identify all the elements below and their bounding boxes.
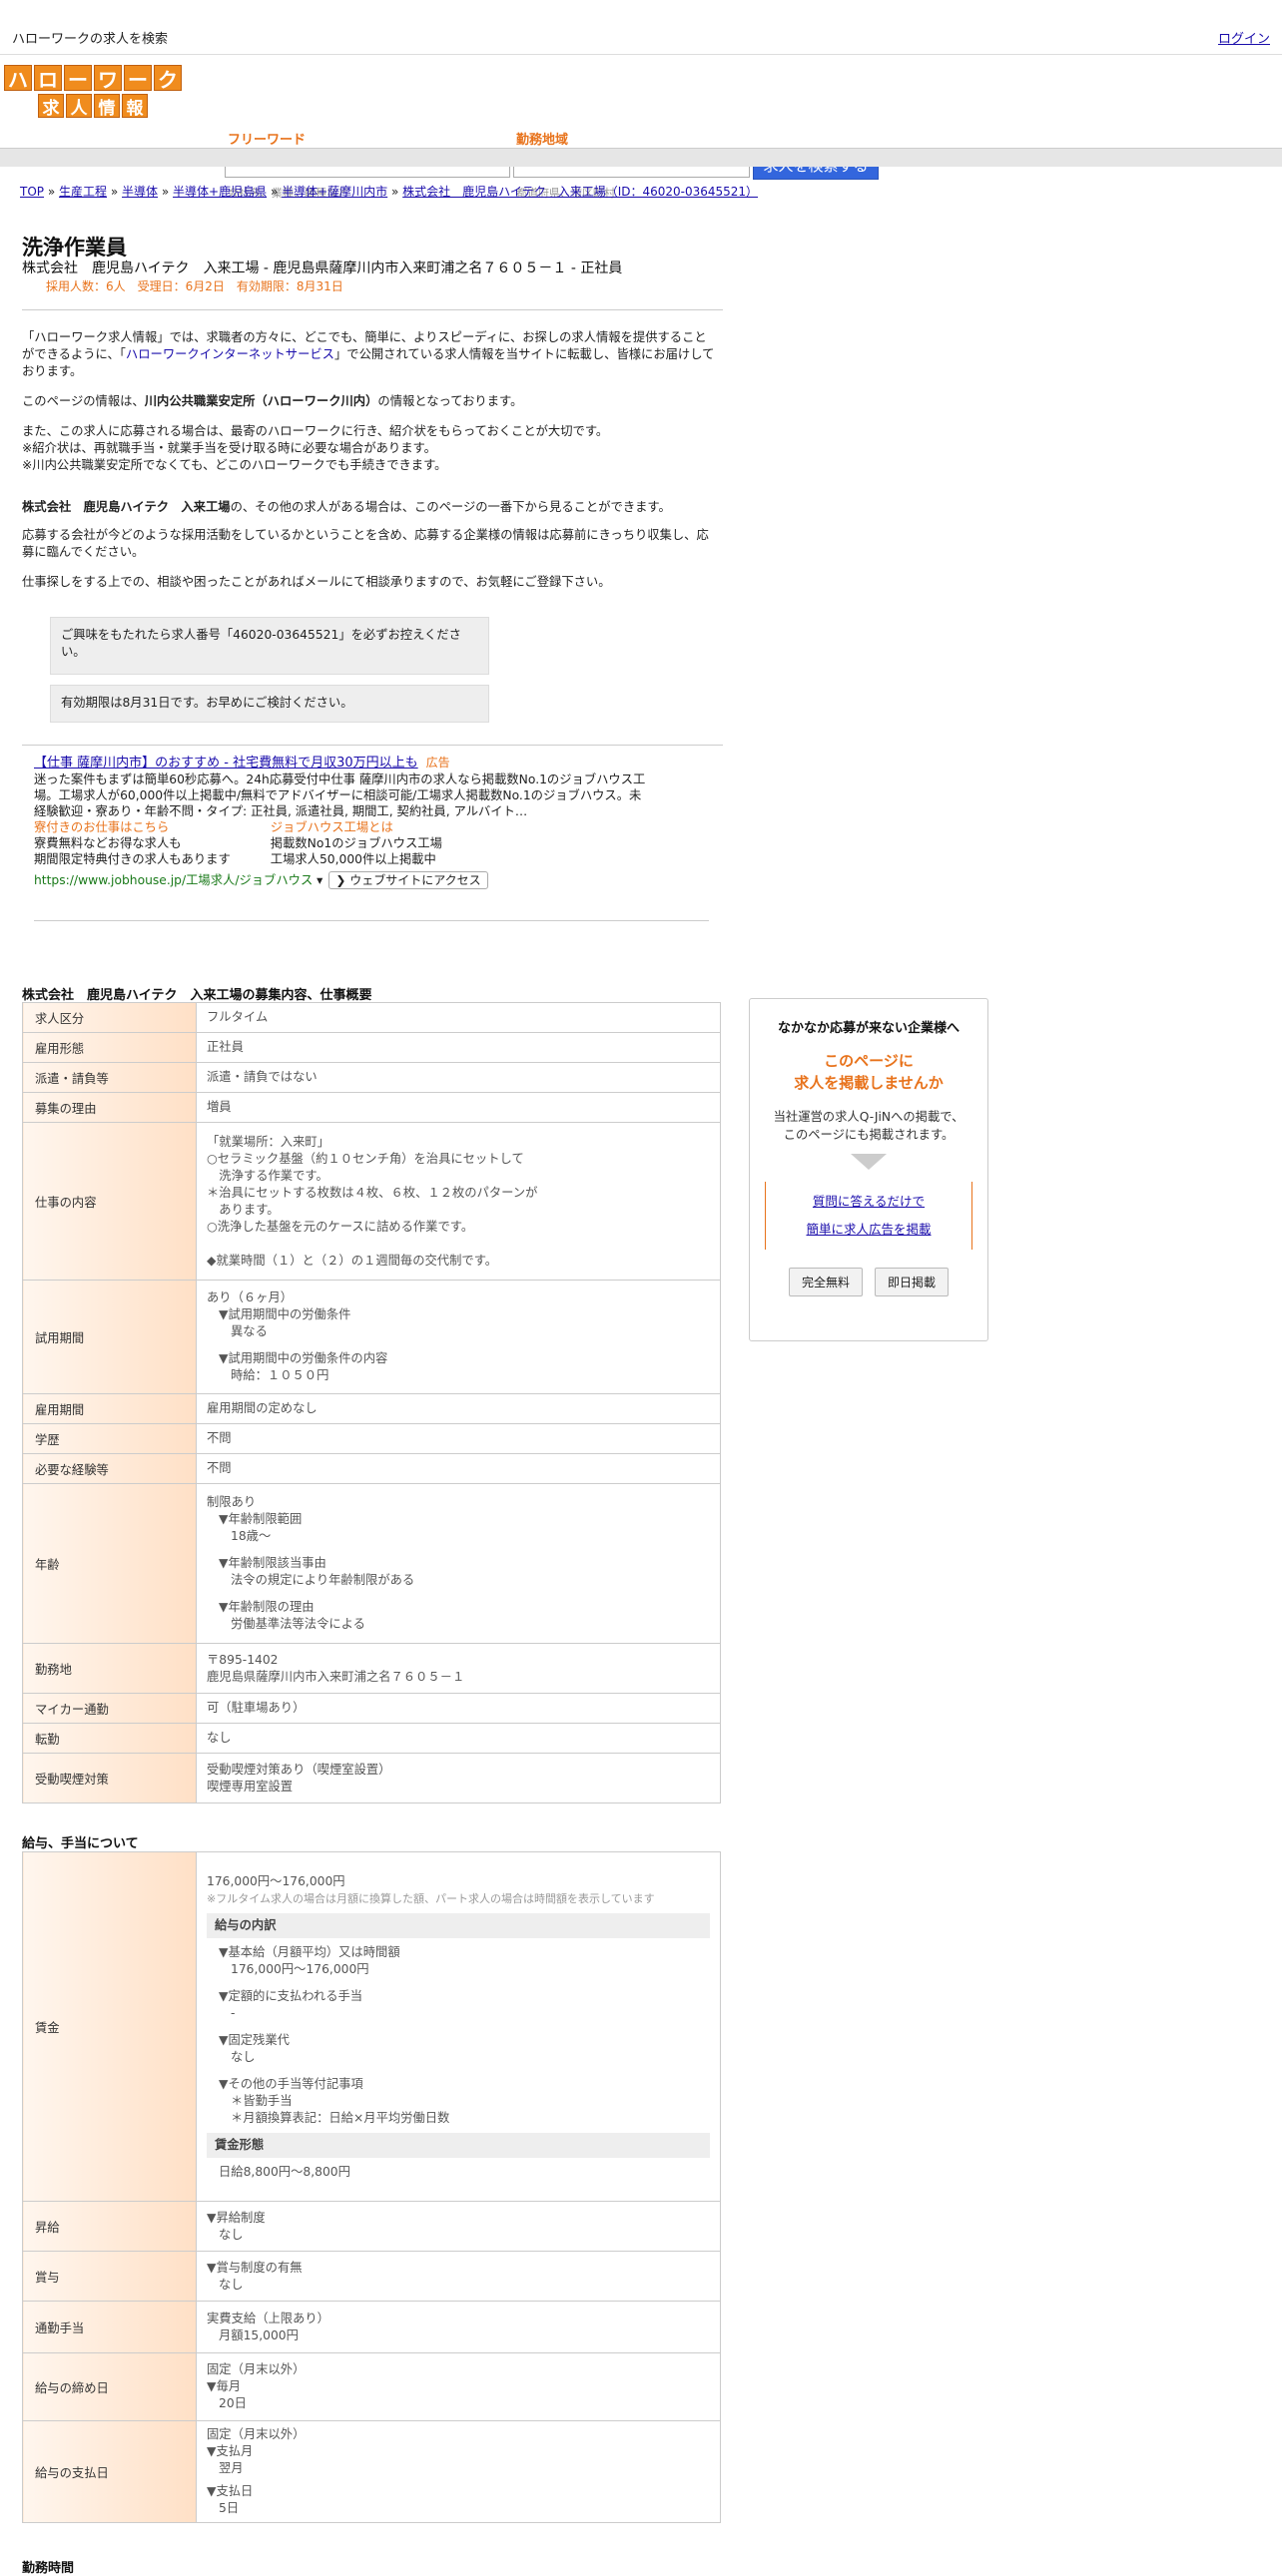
ad-visit-button[interactable]: ❯ ウェブサイトにアクセス [328,871,488,889]
header: ハローワーク 求人情報 フリーワード 会社名、業種、職種など 勤務地域 都道府県… [0,55,1282,200]
sponsored-ad: 【仕事 薩摩川内市】のおすすめ - 社宅費無料で月収30万円以上も 広告 迷った案… [34,755,653,889]
area-label: 勤務地域 [516,133,569,148]
job-meta: 採用人数：6人 受理日：6月2日 有効期限：8月31日 [46,279,343,293]
table-row: 転勤 なし [22,1723,721,1754]
breadcrumb-top[interactable]: TOP [20,185,44,199]
table-row: 賞与 ▼賞与制度の有無 なし [22,2251,721,2302]
breadcrumb: TOP » 生産工程 » 半導体 » 半導体+鹿児島県 » 半導体+薩摩川内市 … [20,185,759,199]
ad-sitelink-about[interactable]: ジョブハウス工場とは [271,819,442,835]
table-row: 雇用形態 正社員 [22,1032,721,1063]
arrow-down-icon [851,1154,887,1170]
logo-char: 求 [38,94,64,119]
employer-promo-box: なかなか応募が来ない企業様へ このページに 求人を掲載しませんか 当社運営の求人Q… [749,998,988,1341]
site-logo[interactable]: ハローワーク 求人情報 [4,65,182,121]
breadcrumb-company[interactable]: 株式会社 鹿児島ハイテク 入来工場（ID：46020-03645521） [402,185,758,199]
table-row: 受動喫煙対策 受動喫煙対策あり（喫煙室設置） 喫煙専用室設置 [22,1753,721,1803]
intro-paragraph-5: 応募する会社が今どのような採用活動をしているかということを含め、応募する企業様の… [22,528,709,559]
section-job-details-title: 株式会社 鹿児島ハイテク 入来工場の募集内容、仕事概要 [22,988,372,1003]
ad-url[interactable]: https://www.jobhouse.jp/工場求人/ジョブハウス [34,873,313,887]
breadcrumb-kagoshima[interactable]: 半導体+鹿児島県 [173,185,267,199]
table-row: マイカー通勤 可（駐車場あり） [22,1693,721,1724]
logo-char: ク [154,65,182,92]
job-number-notice: ご興味をもたれたら求人番号「46020-03645521」を必ずお控えください。 [50,617,489,675]
top-bar: ハローワークの求人を検索 ログイン [0,0,1282,55]
header-divider [0,148,1282,167]
breadcrumb-satsumasendai[interactable]: 半導体+薩摩川内市 [282,185,387,199]
table-row: 求人区分 フルタイム [22,1002,721,1033]
logo-char: ー [124,65,152,92]
table-row: 通勤手当 実費支給（上限あり） 月額15,000円 [22,2301,721,2353]
site-title: ハローワークの求人を検索 [12,32,169,47]
breadcrumb-semiconductor[interactable]: 半導体 [122,185,158,199]
ad-badge: 広告 [425,756,450,770]
logo-char: ハ [4,65,32,92]
intro-paragraph-3: また、この求人に応募される場合は、最寄のハローワークに行き、紹介状をもらっておく… [22,424,609,472]
expiry-notice: 有効期限は8月31日です。お早めにご検討ください。 [50,685,489,723]
table-row: 試用期間 あり（６ヶ月） ▼試用期間中の労働条件 異なる ▼試用期間中の労働条件の内容… [22,1280,721,1394]
table-row: 仕事の内容 「就業場所：入来町」 ○セラミック基盤（約１０センチ角）を治具にセット… [22,1122,721,1281]
table-row: 学歴 不問 [22,1423,721,1454]
logo-char: 情 [94,94,120,119]
hellowork-service-link[interactable]: ハローワークインターネットサービス [126,347,334,361]
logo-char: 報 [122,94,148,119]
table-row: 勤務地 〒895-1402 鹿児島県薩摩川内市入来町浦之名７６０５－１ [22,1643,721,1694]
intro-paragraph-6: 仕事探しをする上での、相談や困ったことがあればメールにて相談承りますので、お気軽… [22,575,611,589]
promo-link-post[interactable]: 簡単に求人広告を掲載 [806,1222,931,1237]
ad-description: 迷った案件もまずは簡単60秒応募へ。24h応募受付中仕事 薩摩川内市の求人なら掲… [34,773,646,818]
table-row: 募集の理由 増員 [22,1092,721,1123]
logo-char: ワ [94,65,122,92]
ad-sitelink-dorm[interactable]: 寮付きのお仕事はこちら [34,819,231,835]
wage-table: 賃金 176,000円〜176,000円 ※フルタイム求人の場合は月額に換算した… [22,1851,721,2523]
table-row: 派遣・請負等 派遣・請負ではない [22,1062,721,1093]
intro-paragraph-1: 「ハローワーク求人情報」では、求職者の方々に、どこでも、簡単に、よりスピーディに… [22,330,715,378]
intro-paragraph-4: 株式会社 鹿児島ハイテク 入来工場の、その他の求人がある場合は、このページの一番… [22,500,671,514]
job-subtitle: 株式会社 鹿児島ハイテク 入来工場 - 鹿児島県薩摩川内市入来町浦之名７６０５－… [22,260,623,276]
same-day-button[interactable]: 即日掲載 [875,1268,950,1296]
promo-link-question[interactable]: 質問に答えるだけで [813,1194,925,1209]
breadcrumb-production[interactable]: 生産工程 [59,185,107,199]
table-row: 給与の締め日 固定（月末以外） ▼毎月 20日 [22,2352,721,2421]
table-row: 賃金 176,000円〜176,000円 ※フルタイム求人の場合は月額に換算した… [22,1851,721,2202]
free-button[interactable]: 完全無料 [788,1268,863,1296]
login-link[interactable]: ログイン [1218,28,1270,47]
ad-title-link[interactable]: 【仕事 薩摩川内市】のおすすめ - 社宅費無料で月収30万円以上も [34,756,418,771]
table-row: 雇用期間 雇用期間の定めなし [22,1393,721,1424]
table-row: 給与の支払日 固定（月末以外） ▼支払月 翌月 ▼支払日 5日 [22,2420,721,2523]
intro-paragraph-2: このページの情報は、川内公共職業安定所（ハローワーク川内）の情報となっております… [22,394,523,408]
divider [22,309,723,310]
section-wage-title: 給与、手当について [22,1836,139,1851]
logo-char: ロ [34,65,62,92]
table-row: 昇給 ▼昇給制度 なし [22,2201,721,2252]
logo-char: ー [64,65,92,92]
promo-heading: なかなか応募が来ない企業様へ [777,1021,960,1036]
logo-char: 人 [66,94,92,119]
table-row: 必要な経験等 不問 [22,1453,721,1484]
section-hours-title: 勤務時間 [22,2561,75,2576]
job-details-table: 求人区分 フルタイム 雇用形態 正社員 派遣・請負等 派遣・請負ではない 募集の理由増… [22,1002,721,1803]
keyword-label: フリーワード [228,133,307,148]
divider [22,745,723,746]
table-row: 年齢 制限あり ▼年齢制限範囲 18歳〜 ▼年齢制限該当事由 法令の規定により年齢制限が… [22,1483,721,1644]
divider [34,920,709,921]
